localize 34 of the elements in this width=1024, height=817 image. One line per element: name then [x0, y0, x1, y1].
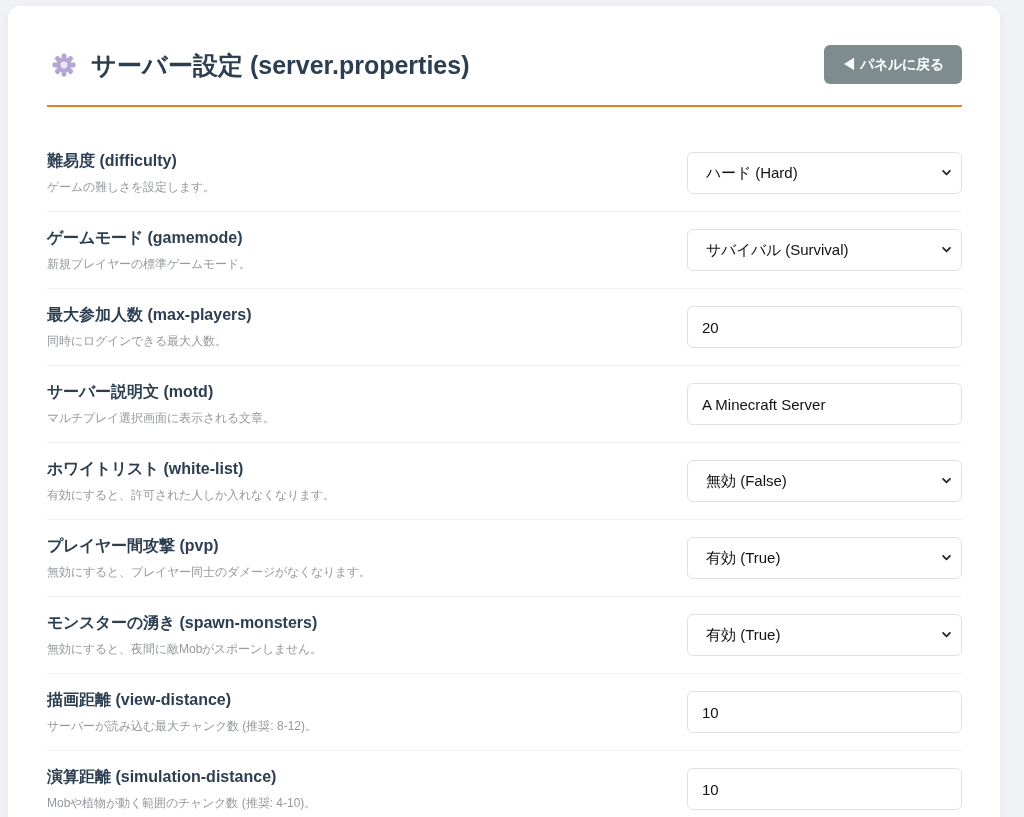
- dropdown-select[interactable]: 有効 (True): [687, 614, 962, 656]
- dropdown-select[interactable]: サバイバル (Survival): [687, 229, 962, 271]
- chevron-down-icon: [942, 632, 951, 638]
- chevron-down-icon: [942, 555, 951, 561]
- setting-description: Mobや植物が動く範囲のチャンク数 (推奨: 4-10)。: [47, 795, 317, 812]
- text-input-field[interactable]: 10: [687, 691, 962, 733]
- dropdown-select[interactable]: 無効 (False): [687, 460, 962, 502]
- setting-label: ホワイトリスト (white-list): [47, 459, 244, 479]
- chevron-down-icon: [942, 247, 951, 253]
- text-input-field[interactable]: A Minecraft Server: [687, 383, 962, 425]
- setting-label: 最大参加人数 (max-players): [47, 305, 252, 325]
- setting-description: 無効にすると、プレイヤー同士のダメージがなくなります。: [47, 564, 371, 581]
- dropdown-select[interactable]: ハード (Hard): [687, 152, 962, 194]
- setting-description: ゲームの難しさを設定します。: [47, 179, 215, 196]
- page-title: サーバー設定 (server.properties): [91, 49, 470, 81]
- setting-label: 演算距離 (simulation-distance): [47, 767, 277, 787]
- chevron-down-icon: [942, 478, 951, 484]
- setting-label: モンスターの湧き (spawn-monsters): [47, 613, 318, 633]
- setting-label: 描画距離 (view-distance): [47, 690, 232, 710]
- text-input-field[interactable]: 20: [687, 306, 962, 348]
- setting-description: 無効にすると、夜間に敵Mobがスポーンしません。: [47, 641, 323, 658]
- gear-icon: [52, 52, 76, 77]
- text-input-field[interactable]: 10: [687, 768, 962, 810]
- setting-label: サーバー説明文 (motd): [47, 382, 214, 402]
- setting-description: 有効にすると、許可された人しか入れなくなります。: [47, 487, 335, 504]
- setting-description: サーバーが読み込む最大チャンク数 (推奨: 8-12)。: [47, 718, 317, 735]
- dropdown-select[interactable]: 有効 (True): [687, 537, 962, 579]
- chevron-down-icon: [942, 170, 951, 176]
- setting-description: 新規プレイヤーの標準ゲームモード。: [47, 256, 251, 273]
- setting-description: マルチプレイ選択画面に表示される文章。: [47, 410, 275, 427]
- setting-label: ゲームモード (gamemode): [47, 228, 243, 248]
- setting-description: 同時にログインできる最大人数。: [47, 333, 227, 350]
- setting-label: プレイヤー間攻撃 (pvp): [47, 536, 219, 556]
- setting-label: 難易度 (difficulty): [47, 151, 177, 171]
